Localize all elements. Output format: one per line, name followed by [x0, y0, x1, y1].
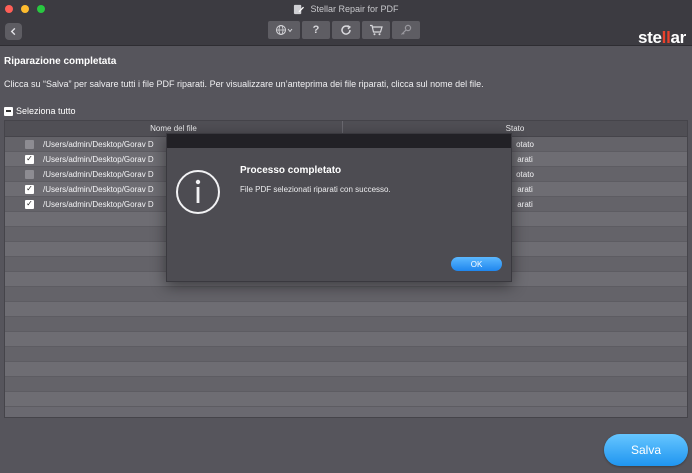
stellar-logo: stellar [638, 28, 686, 48]
chevron-left-icon [10, 27, 16, 36]
empty-table-row [5, 362, 687, 377]
select-all-checkbox[interactable] [4, 106, 13, 116]
select-all-control[interactable]: Seleziona tutto [4, 106, 76, 116]
dialog-message: File PDF selezionati riparati con succes… [240, 185, 391, 194]
refresh-icon [341, 24, 352, 35]
empty-table-row [5, 317, 687, 332]
window-controls [5, 5, 45, 13]
row-checkbox[interactable]: ✓ [25, 154, 34, 164]
empty-table-row [5, 392, 687, 407]
globe-icon [276, 25, 293, 35]
row-checkbox[interactable]: ✓ [25, 184, 34, 194]
key-icon [401, 24, 412, 35]
completion-dialog: Processo completato File PDF selezionati… [166, 133, 512, 282]
toolbar: ? stellar [0, 18, 692, 48]
empty-table-row [5, 287, 687, 302]
window-title-group: Stellar Repair for PDF [293, 4, 399, 15]
app-icon [294, 4, 305, 14]
zoom-window-button[interactable] [37, 5, 45, 13]
minimize-window-button[interactable] [21, 5, 29, 13]
select-all-label: Seleziona tutto [16, 106, 76, 116]
empty-table-row [5, 347, 687, 362]
logo-text-accent: ll [661, 28, 671, 47]
ok-button[interactable]: OK [451, 257, 502, 271]
instructions-text: Clicca su “Salva” per salvare tutti i fi… [4, 79, 484, 89]
refresh-button[interactable] [332, 21, 360, 39]
row-checkbox[interactable] [25, 169, 34, 179]
close-window-button[interactable] [5, 5, 13, 13]
window-title: Stellar Repair for PDF [310, 4, 399, 14]
language-button[interactable] [268, 21, 300, 39]
question-icon: ? [312, 24, 320, 36]
activate-button[interactable] [392, 21, 420, 39]
empty-table-row [5, 302, 687, 317]
toolbar-buttons: ? [268, 21, 420, 39]
logo-text-end: ar [670, 28, 687, 47]
title-bar: Stellar Repair for PDF [0, 0, 692, 18]
info-icon [176, 170, 220, 214]
app-window: Stellar Repair for PDF ? stellar Riparaz… [0, 0, 692, 473]
help-button[interactable]: ? [302, 21, 330, 39]
empty-table-row [5, 377, 687, 392]
logo-text-start: ste [637, 28, 662, 47]
cart-icon [370, 24, 383, 36]
row-checkbox[interactable]: ✓ [25, 199, 34, 209]
row-checkbox[interactable] [25, 139, 34, 149]
back-button[interactable] [5, 23, 22, 40]
dialog-header-bar [167, 134, 511, 148]
empty-table-row [5, 332, 687, 347]
save-button[interactable]: Salva [604, 434, 688, 466]
dialog-title: Processo completato [240, 165, 342, 176]
page-title: Riparazione completata [4, 56, 117, 67]
buy-button[interactable] [362, 21, 390, 39]
